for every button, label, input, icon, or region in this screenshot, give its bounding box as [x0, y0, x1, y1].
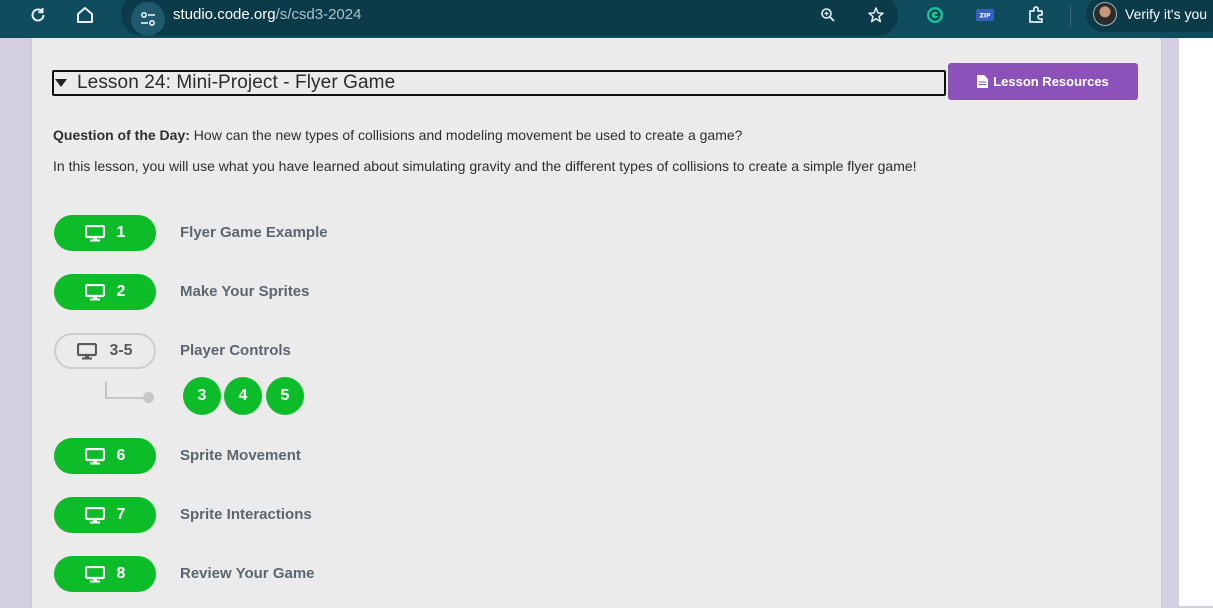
profile-button[interactable]: Verify it's you [1086, 0, 1213, 32]
computer-icon [84, 224, 105, 241]
lesson-resources-button[interactable]: Lesson Resources [948, 63, 1138, 100]
level-button-7[interactable]: 7 [54, 497, 156, 533]
sublevel-bubble-4[interactable]: 4 [224, 377, 262, 415]
level-label[interactable]: Sprite Movement [180, 447, 301, 464]
level-number: 8 [116, 565, 126, 582]
browser-toolbar: studio.code.org/s/csd3-2024 ZIP Verify i… [0, 0, 1213, 38]
sublevel-bubble-3[interactable]: 3 [183, 377, 221, 415]
computer-icon [84, 565, 105, 582]
lesson-title: Lesson 24: Mini-Project - Flyer Game [77, 72, 396, 93]
extensions-puzzle-icon[interactable] [1022, 0, 1050, 30]
lesson-resources-label: Lesson Resources [993, 74, 1109, 89]
page-margin-left [5, 38, 30, 606]
page-margin-right [1161, 38, 1179, 606]
level-number: 1 [116, 224, 126, 241]
level-button-1[interactable]: 1 [54, 215, 156, 251]
profile-label: Verify it's you [1125, 6, 1208, 22]
url-text[interactable]: studio.code.org/s/csd3-2024 [173, 6, 361, 23]
sublevel-bubble-5[interactable]: 5 [266, 377, 304, 415]
qotd-label: Question of the Day: [53, 127, 190, 143]
grammarly-extension-icon[interactable] [922, 0, 948, 30]
svg-text:ZIP: ZIP [980, 13, 992, 20]
level-label[interactable]: Player Controls [180, 342, 291, 359]
home-icon[interactable] [71, 0, 99, 30]
level-number: 2 [116, 283, 126, 300]
address-bar[interactable]: studio.code.org/s/csd3-2024 [121, 0, 898, 36]
zip-extension-icon[interactable]: ZIP [972, 0, 998, 30]
question-of-the-day: Question of the Day: How can the new typ… [53, 127, 742, 143]
level-label[interactable]: Flyer Game Example [180, 224, 328, 241]
computer-icon [77, 342, 98, 359]
caret-down-icon [55, 79, 67, 87]
avatar [1093, 2, 1117, 26]
zoom-icon[interactable] [815, 0, 841, 30]
level-button-6[interactable]: 6 [54, 438, 156, 474]
level-button-3-5[interactable]: 3-5 [54, 333, 156, 369]
toolbar-divider [1070, 5, 1071, 27]
lesson-description: In this lesson, you will use what you ha… [53, 158, 917, 174]
qotd-text: How can the new types of collisions and … [193, 127, 743, 143]
level-button-8[interactable]: 8 [54, 556, 156, 592]
level-button-2[interactable]: 2 [54, 274, 156, 310]
reload-icon[interactable] [24, 0, 52, 30]
level-label[interactable]: Make Your Sprites [180, 283, 310, 300]
sublevel-connector-dot [143, 392, 154, 403]
level-number: 6 [116, 447, 126, 464]
computer-icon [84, 506, 105, 523]
bookmark-star-icon[interactable] [863, 0, 889, 30]
level-number: 3-5 [109, 342, 133, 359]
level-label[interactable]: Sprite Interactions [180, 506, 312, 523]
site-info-icon[interactable] [131, 2, 165, 36]
computer-icon [84, 447, 105, 464]
page-edge [1179, 38, 1213, 606]
level-label[interactable]: Review Your Game [180, 565, 315, 582]
lesson-title-toggle[interactable]: Lesson 24: Mini-Project - Flyer Game [52, 70, 946, 96]
document-icon [977, 75, 989, 88]
computer-icon [84, 283, 105, 300]
level-number: 7 [116, 506, 126, 523]
